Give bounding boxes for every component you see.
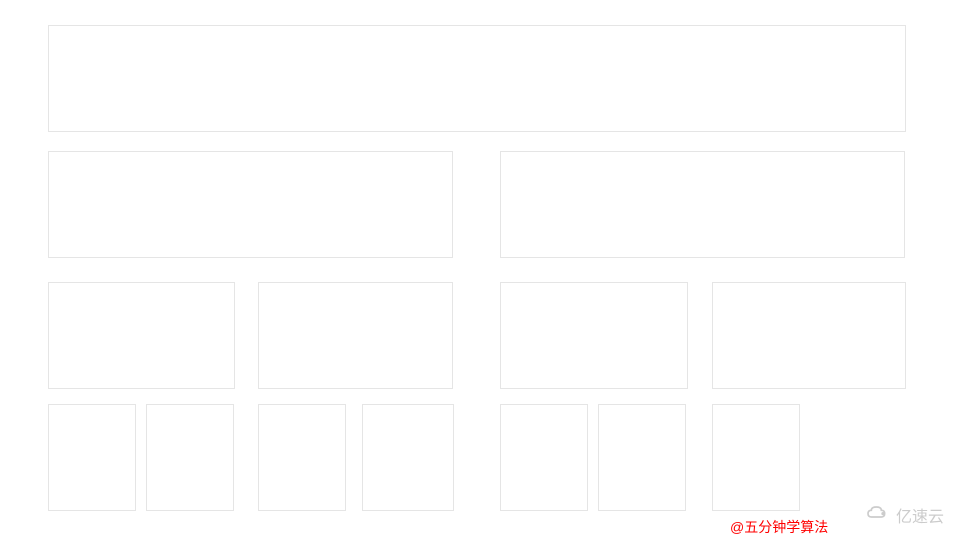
diagram-box-row4-1 <box>48 404 136 511</box>
diagram-box-row3-2 <box>258 282 453 389</box>
diagram-box-row3-4 <box>712 282 906 389</box>
watermark: 亿速云 <box>864 502 944 527</box>
diagram-box-row4-4 <box>362 404 454 511</box>
diagram-box-row4-7 <box>712 404 800 511</box>
diagram-box-row2-right <box>500 151 905 258</box>
diagram-box-row4-6 <box>598 404 686 511</box>
cloud-icon <box>864 502 892 527</box>
diagram-box-row1 <box>48 25 906 132</box>
watermark-text: 亿速云 <box>896 503 944 527</box>
diagram-box-row4-2 <box>146 404 234 511</box>
diagram-box-row3-3 <box>500 282 688 389</box>
diagram-box-row4-3 <box>258 404 346 511</box>
diagram-box-row3-1 <box>48 282 235 389</box>
diagram-box-row4-5 <box>500 404 588 511</box>
diagram-box-row2-left <box>48 151 453 258</box>
attribution-label: @五分钟学算法 <box>730 517 828 537</box>
